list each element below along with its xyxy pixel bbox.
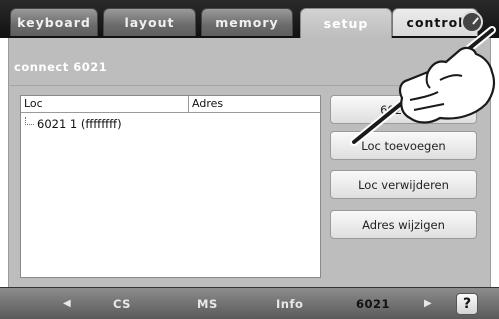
page-title: connect 6021 bbox=[14, 60, 108, 74]
tab-bar: keyboard layout memory setup control bbox=[0, 0, 499, 38]
tab-setup[interactable]: setup bbox=[300, 8, 392, 38]
remove-loc-button[interactable]: Loc verwijderen bbox=[330, 170, 477, 199]
column-header-loc[interactable]: Loc bbox=[21, 96, 189, 113]
nav-ms[interactable]: MS bbox=[197, 288, 218, 319]
tab-layout[interactable]: layout bbox=[103, 8, 196, 36]
6021-button[interactable]: 6021 ve bbox=[330, 95, 477, 124]
bottom-nav-bar: ◀ CS MS Info 6021 ▶ bbox=[0, 287, 499, 319]
divider bbox=[8, 85, 491, 86]
nav-info[interactable]: Info bbox=[276, 288, 303, 319]
loc-list[interactable]: Loc Adres 6021 1 (ffffffff) bbox=[20, 95, 321, 278]
list-header: Loc Adres bbox=[21, 96, 320, 113]
list-item-loc: 6021 1 (ffffffff) bbox=[37, 117, 122, 131]
nav-6021[interactable]: 6021 bbox=[356, 288, 390, 319]
clock-icon[interactable] bbox=[461, 11, 483, 33]
tab-keyboard[interactable]: keyboard bbox=[10, 8, 98, 36]
column-header-adres[interactable]: Adres bbox=[189, 96, 320, 113]
nav-next-icon[interactable]: ▶ bbox=[424, 288, 432, 319]
nav-cs[interactable]: CS bbox=[113, 288, 131, 319]
help-button[interactable]: ? bbox=[456, 293, 478, 315]
list-item[interactable]: 6021 1 (ffffffff) bbox=[25, 117, 122, 133]
device-screen: keyboard layout memory setup control con… bbox=[0, 0, 499, 319]
tree-connector bbox=[25, 117, 34, 125]
add-loc-button[interactable]: Loc toevoegen bbox=[330, 131, 477, 160]
nav-prev-icon[interactable]: ◀ bbox=[63, 288, 71, 319]
tab-memory[interactable]: memory bbox=[201, 8, 293, 36]
change-address-button[interactable]: Adres wijzigen bbox=[330, 210, 477, 239]
